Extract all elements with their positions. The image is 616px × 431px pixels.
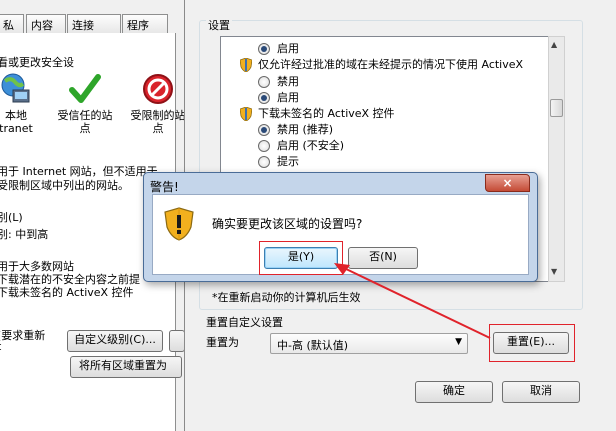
zone-local-intranet[interactable]: 本地 tranet xyxy=(0,72,46,135)
tab-privacy[interactable]: 私 xyxy=(0,14,24,34)
reset-to-label: 重置为 xyxy=(206,336,239,349)
option-label: 启用 xyxy=(277,42,299,55)
scroll-up-arrow-icon[interactable]: ▲ xyxy=(551,40,557,49)
zone-sublabel: tranet xyxy=(0,122,33,135)
option-label: 启用 xyxy=(277,91,299,104)
level-desc-3: 下载未签名的 ActiveX 控件 xyxy=(0,286,134,299)
security-level-label: 别(L) xyxy=(0,211,23,224)
radio-button[interactable] xyxy=(258,43,270,55)
zone-label: 受限制的站 xyxy=(130,109,186,122)
highlight-frame-reset xyxy=(489,324,575,362)
zone-label: 受信任的站 xyxy=(57,109,113,122)
radio-button[interactable] xyxy=(258,92,270,104)
zone-restricted-sites[interactable]: 受限制的站 点 xyxy=(128,72,188,135)
custom-level-button[interactable]: 自定义级别(C)... xyxy=(67,330,163,352)
globe-computer-icon xyxy=(0,72,33,106)
reset-all-zones-button[interactable]: 将所有区域重置为 xyxy=(70,356,182,378)
warning-dialog-title: 警告! xyxy=(150,180,179,194)
zone-trusted-sites[interactable]: 受信任的站 点 xyxy=(55,72,115,135)
radio-button[interactable] xyxy=(258,124,270,136)
close-icon: × xyxy=(502,176,513,190)
default-level-button[interactable] xyxy=(169,330,185,352)
radio-button[interactable] xyxy=(258,156,270,168)
warning-message: 确实要更改该区域的设置吗? xyxy=(212,217,363,231)
restricted-icon xyxy=(141,72,175,106)
close-button[interactable]: × xyxy=(485,174,530,192)
annotation-arrow xyxy=(334,263,491,339)
option-label: 禁用 xyxy=(277,75,299,88)
tab-programs[interactable]: 程序 xyxy=(122,14,168,34)
setting-header-label: 下载未签名的 ActiveX 控件 xyxy=(258,107,395,120)
setting-shield-icon xyxy=(239,57,253,73)
option-label: 启用 (不安全) xyxy=(277,139,345,152)
scroll-down-arrow-icon[interactable]: ▼ xyxy=(551,267,557,276)
zone-sublabel: 点 xyxy=(79,122,91,135)
reset-group-title: 重置自定义设置 xyxy=(206,316,283,329)
zone-sublabel: 点 xyxy=(152,122,164,135)
cancel-button[interactable]: 取消 xyxy=(502,381,580,403)
radio-button[interactable] xyxy=(258,140,270,152)
tab-content[interactable]: 内容 xyxy=(26,14,66,34)
radio-button[interactable] xyxy=(258,76,270,88)
tab-strip: 私 内容 连接 程序 xyxy=(0,10,184,34)
settings-scrollbar[interactable]: ▲ ▼ xyxy=(548,36,565,282)
security-heading: 看或更改安全设 xyxy=(0,56,74,69)
warning-shield-icon xyxy=(163,207,195,241)
setting-header-label: 仅允许经过批准的域在未经提示的情况下使用 ActiveX xyxy=(258,58,524,71)
ok-button[interactable]: 确定 xyxy=(415,381,493,403)
zone-description-line2: 受限制区域中列出的网站。 xyxy=(0,179,129,192)
trusted-check-icon xyxy=(68,72,102,106)
settings-group-title: 设置 xyxy=(206,17,232,33)
zone-label: 本地 xyxy=(5,109,27,122)
protected-mode-sub: t xyxy=(0,340,1,353)
option-label: 提示 xyxy=(277,155,299,168)
scroll-thumb[interactable] xyxy=(550,99,563,117)
protected-mode-label: (要求重新 xyxy=(0,329,46,342)
security-level-value: 别: 中到高 xyxy=(0,228,49,241)
option-label: 禁用 (推荐) xyxy=(277,123,334,136)
tab-connections[interactable]: 连接 xyxy=(67,14,121,34)
setting-shield-icon xyxy=(239,106,253,122)
